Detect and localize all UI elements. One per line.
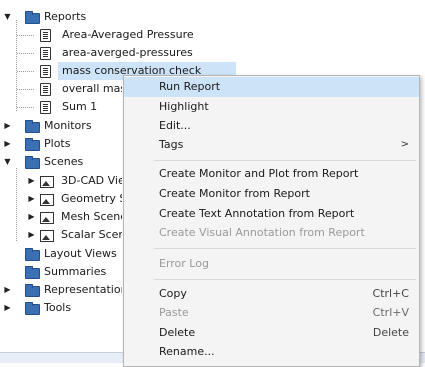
folder-icon	[25, 302, 40, 315]
menu-item-label: Error Log	[159, 257, 209, 270]
report-icon	[40, 101, 51, 114]
expand-arrow-icon[interactable]: ▶	[3, 281, 12, 299]
tree-item-label: Scalar Scene	[61, 228, 122, 241]
menu-item-label: Tags	[159, 138, 184, 151]
tree-guide-line	[17, 35, 35, 36]
report-icon	[40, 83, 51, 96]
folder-icon	[25, 248, 40, 261]
expand-arrow-icon[interactable]: ▶	[27, 226, 36, 244]
folder-icon	[25, 266, 40, 279]
folder-icon	[25, 156, 40, 169]
report-icon	[40, 29, 51, 42]
tree-item-summaries[interactable]: Summaries	[0, 263, 122, 281]
tree-item-label: overall mass	[62, 82, 122, 95]
tree-item-scene[interactable]: ▶ Mesh Scene	[0, 208, 122, 226]
menu-item-label: Create Text Annotation from Report	[159, 207, 355, 220]
folder-icon	[25, 11, 40, 24]
tree-guide-line	[17, 89, 35, 90]
scene-icon	[40, 212, 54, 224]
menu-item-shortcut: Ctrl+C	[372, 287, 409, 300]
tree-item-label: Layout Views	[44, 247, 117, 260]
tree-item-label: Sum 1	[62, 100, 98, 113]
tree-item-label: Representations	[44, 283, 122, 296]
tree-item-reports[interactable]: ▼ Reports	[0, 8, 200, 26]
tree-item-scene[interactable]: ▶ 3D-CAD View	[0, 172, 122, 190]
folder-icon	[25, 284, 40, 297]
tree-guide-line	[17, 71, 35, 72]
menu-item-rename[interactable]: Rename...	[124, 342, 419, 362]
menu-item-create-monitor-and-plot[interactable]: Create Monitor and Plot from Report	[124, 164, 419, 184]
tree-item-label: Tools	[44, 301, 72, 314]
menu-item-copy[interactable]: Copy Ctrl+C	[124, 284, 419, 304]
scene-icon	[40, 176, 54, 188]
collapse-arrow-icon[interactable]: ▼	[3, 8, 12, 26]
tree-item-layout-views[interactable]: Layout Views	[0, 245, 122, 263]
tree-item-label: Monitors	[44, 119, 92, 132]
expand-arrow-icon[interactable]: ▶	[3, 135, 12, 153]
tree-item-report[interactable]: area-averged-pressures	[0, 44, 230, 62]
menu-item-shortcut: Delete	[372, 326, 409, 339]
menu-item-create-visual-annotation: Create Visual Annotation from Report	[124, 223, 419, 243]
menu-item-label: Copy	[159, 287, 187, 300]
menu-item-create-text-annotation[interactable]: Create Text Annotation from Report	[124, 204, 419, 224]
report-icon	[40, 47, 51, 60]
collapse-arrow-icon[interactable]: ▼	[3, 153, 12, 171]
submenu-arrow-icon: >	[400, 139, 409, 150]
expand-arrow-icon[interactable]: ▶	[27, 190, 36, 208]
tree-item-scenes[interactable]: ▼ Scenes	[0, 153, 122, 171]
folder-icon	[25, 138, 40, 151]
menu-item-shortcut: Ctrl+V	[372, 306, 409, 319]
menu-item-error-log: Error Log	[124, 254, 419, 274]
tree-item-label: Area-Averaged Pressure	[62, 28, 194, 41]
menu-item-label: Edit...	[159, 119, 191, 132]
tree-item-report[interactable]: Area-Averaged Pressure	[0, 26, 230, 44]
scene-icon	[40, 194, 54, 206]
tree-item-label: Geometry Scene	[61, 192, 122, 205]
tree-item-label: Plots	[44, 137, 71, 150]
menu-separator	[154, 279, 416, 280]
menu-item-paste: Paste Ctrl+V	[124, 303, 419, 323]
tree-item-label: 3D-CAD View	[61, 174, 122, 187]
tree-item-scene[interactable]: ▶ Geometry Scene	[0, 190, 122, 208]
tree-item-label: Mesh Scene	[61, 210, 122, 223]
tree-item-monitors[interactable]: ▶ Monitors	[0, 117, 122, 135]
scene-icon	[40, 230, 54, 242]
menu-separator	[154, 160, 416, 161]
menu-item-tags[interactable]: Tags >	[124, 135, 419, 155]
menu-item-delete[interactable]: Delete Delete	[124, 323, 419, 343]
expand-arrow-icon[interactable]: ▶	[27, 208, 36, 226]
menu-item-create-monitor[interactable]: Create Monitor from Report	[124, 184, 419, 204]
menu-separator	[154, 248, 416, 249]
tree-item-tools[interactable]: ▶ Tools	[0, 299, 122, 317]
menu-item-label: Create Visual Annotation from Report	[159, 226, 365, 239]
expand-arrow-icon[interactable]: ▶	[3, 117, 12, 135]
menu-item-label: Highlight	[159, 100, 209, 113]
tree-item-label: Summaries	[44, 265, 107, 278]
menu-item-label: Paste	[159, 306, 189, 319]
tree-item-representations[interactable]: ▶ Representations	[0, 281, 122, 299]
tree-item-scene[interactable]: ▶ Scalar Scene	[0, 226, 122, 244]
expand-arrow-icon[interactable]: ▶	[27, 172, 36, 190]
tree-item-report[interactable]: Sum 1	[0, 98, 122, 116]
menu-item-label: Create Monitor from Report	[159, 187, 310, 200]
tree-guide-line	[17, 107, 35, 108]
menu-item-label: Delete	[159, 326, 196, 339]
menu-item-label: Create Monitor and Plot from Report	[159, 167, 359, 180]
tree-item-label: Scenes	[44, 155, 84, 168]
menu-item-label: Run Report	[159, 80, 221, 93]
menu-item-edit[interactable]: Edit...	[124, 116, 419, 136]
tree-item-report[interactable]: overall mass	[0, 80, 122, 98]
folder-icon	[25, 120, 40, 133]
menu-item-label: Rename...	[159, 345, 215, 358]
context-menu: Run Report Highlight Edit... Tags > Crea…	[123, 75, 420, 367]
tree-item-label: Reports	[44, 10, 87, 23]
menu-item-run-report[interactable]: Run Report	[124, 77, 419, 97]
tree-item-plots[interactable]: ▶ Plots	[0, 135, 122, 153]
report-icon	[40, 65, 51, 78]
tree-guide-line	[17, 53, 35, 54]
menu-item-highlight[interactable]: Highlight	[124, 97, 419, 117]
tree-item-label: area-averged-pressures	[62, 46, 193, 59]
expand-arrow-icon[interactable]: ▶	[3, 299, 12, 317]
